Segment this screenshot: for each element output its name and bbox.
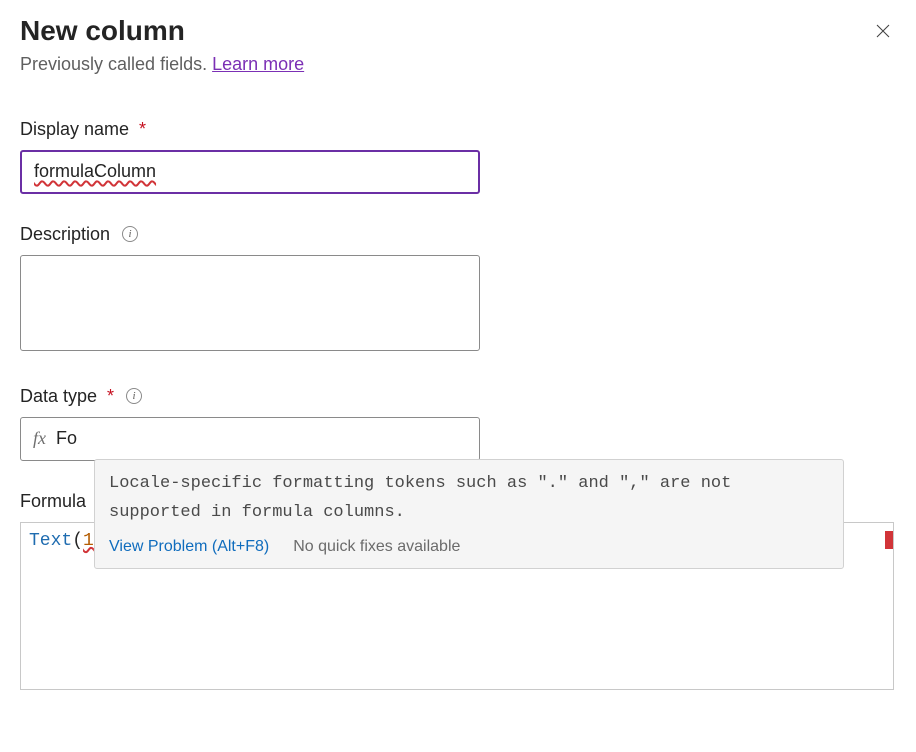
formula-token-open: ( — [72, 531, 83, 551]
no-fixes-text: No quick fixes available — [293, 538, 460, 556]
required-asterisk: * — [139, 119, 146, 140]
close-icon — [874, 22, 892, 40]
panel-title: New column — [20, 14, 304, 48]
formula-label-text: Formula — [20, 491, 86, 512]
data-type-dropdown[interactable]: fx Fo — [20, 417, 480, 461]
description-input[interactable] — [20, 255, 480, 351]
learn-more-link[interactable]: Learn more — [212, 54, 304, 74]
required-asterisk: * — [107, 386, 114, 407]
info-icon[interactable]: i — [122, 226, 138, 242]
tooltip-message: Locale-specific formatting tokens such a… — [109, 470, 829, 528]
close-button[interactable] — [870, 18, 896, 44]
error-tooltip: Locale-specific formatting tokens such a… — [94, 459, 844, 569]
subtitle-text: Previously called fields. — [20, 54, 212, 74]
description-label: Description i — [20, 224, 896, 245]
formula-token-arg1: 1 — [83, 531, 94, 551]
description-label-text: Description — [20, 224, 110, 245]
display-name-label-text: Display name — [20, 119, 129, 140]
display-name-input[interactable]: formulaColumn — [20, 150, 480, 194]
error-marker — [885, 531, 893, 549]
view-problem-link[interactable]: View Problem (Alt+F8) — [109, 538, 269, 556]
display-name-label: Display name * — [20, 119, 896, 140]
data-type-label: Data type * i — [20, 386, 896, 407]
formula-token-fn: Text — [29, 531, 72, 551]
display-name-value: formulaColumn — [34, 161, 156, 182]
data-type-value: Fo — [56, 428, 77, 449]
panel-subtitle: Previously called fields. Learn more — [20, 54, 304, 75]
data-type-label-text: Data type — [20, 386, 97, 407]
fx-icon: fx — [33, 428, 46, 449]
info-icon[interactable]: i — [126, 388, 142, 404]
